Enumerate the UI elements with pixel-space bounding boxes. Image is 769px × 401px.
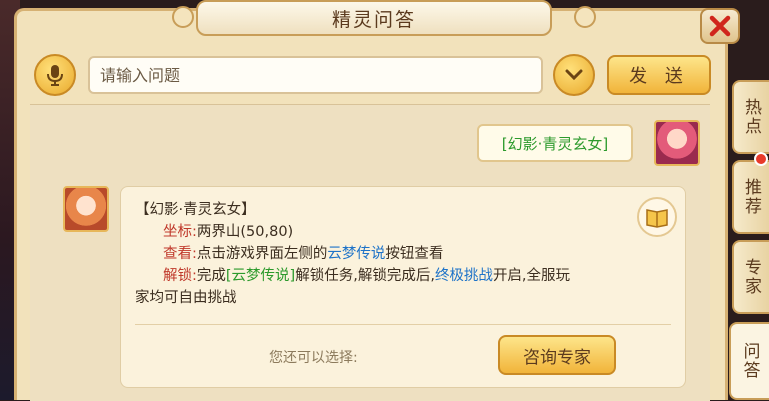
- view-label: 查看:: [163, 246, 197, 262]
- notification-dot: [754, 152, 768, 166]
- dialog-title: 精灵问答: [196, 0, 552, 36]
- unlock-text-mid: 解锁任务,解锁完成后,: [295, 268, 435, 284]
- voice-input-button[interactable]: [34, 54, 76, 96]
- reply-divider: [135, 324, 671, 325]
- unlock-line: 解锁:完成[云梦传说]解锁任务,解锁完成后,终极挑战开启,全服玩: [135, 265, 655, 287]
- title-ornament-right: [574, 6, 596, 28]
- tab-hot[interactable]: 热点: [732, 80, 769, 154]
- coordinate-label: 坐标:: [163, 224, 197, 240]
- choose-label: 您还可以选择:: [269, 350, 358, 366]
- coordinate-line: 坐标:两界山(50,80): [135, 221, 655, 243]
- book-icon: [646, 209, 668, 228]
- close-icon: [709, 15, 731, 37]
- view-text-end: 按钮查看: [385, 246, 444, 262]
- assistant-avatar: [63, 186, 109, 232]
- chevron-down-icon: [565, 69, 583, 81]
- dropdown-button[interactable]: [553, 54, 595, 96]
- user-message-bubble: [幻影·青灵玄女]: [477, 124, 633, 162]
- unlock-line-continued: 家均可自由挑战: [135, 290, 237, 306]
- yunmeng-quest-link[interactable]: [云梦传说]: [226, 268, 295, 284]
- guide-button[interactable]: [637, 197, 677, 237]
- yunmeng-legend-link[interactable]: 云梦传说: [327, 246, 385, 262]
- reply-card: 【幻影·青灵玄女】 坐标:两界山(50,80) 查看:点击游戏界面左侧的云梦传说…: [120, 186, 686, 388]
- ultimate-challenge-link[interactable]: 终极挑战: [435, 268, 493, 284]
- consult-expert-button[interactable]: 咨询专家: [498, 335, 616, 375]
- unlock-text: 完成: [196, 268, 226, 284]
- question-input[interactable]: [88, 56, 543, 94]
- unlock-label: 解锁:: [163, 268, 197, 284]
- close-button[interactable]: [700, 8, 740, 44]
- coordinate-value: 两界山(50,80): [196, 224, 294, 240]
- send-button[interactable]: 发 送: [607, 55, 711, 95]
- title-ornament-left: [172, 6, 194, 28]
- unlock-text-end: 开启,全服玩: [492, 268, 571, 284]
- view-text: 点击游戏界面左侧的: [196, 246, 328, 262]
- microphone-icon: [47, 65, 63, 86]
- reply-text: 【幻影·青灵玄女】 坐标:两界山(50,80) 查看:点击游戏界面左侧的云梦传说…: [135, 199, 655, 309]
- reply-heading: 【幻影·青灵玄女】: [135, 202, 256, 218]
- tab-qa[interactable]: 问答: [729, 322, 769, 400]
- tab-recommend[interactable]: 推荐: [732, 160, 769, 234]
- user-avatar[interactable]: [654, 120, 700, 166]
- view-line: 查看:点击游戏界面左侧的云梦传说按钮查看: [135, 243, 655, 265]
- tab-expert[interactable]: 专家: [732, 240, 769, 314]
